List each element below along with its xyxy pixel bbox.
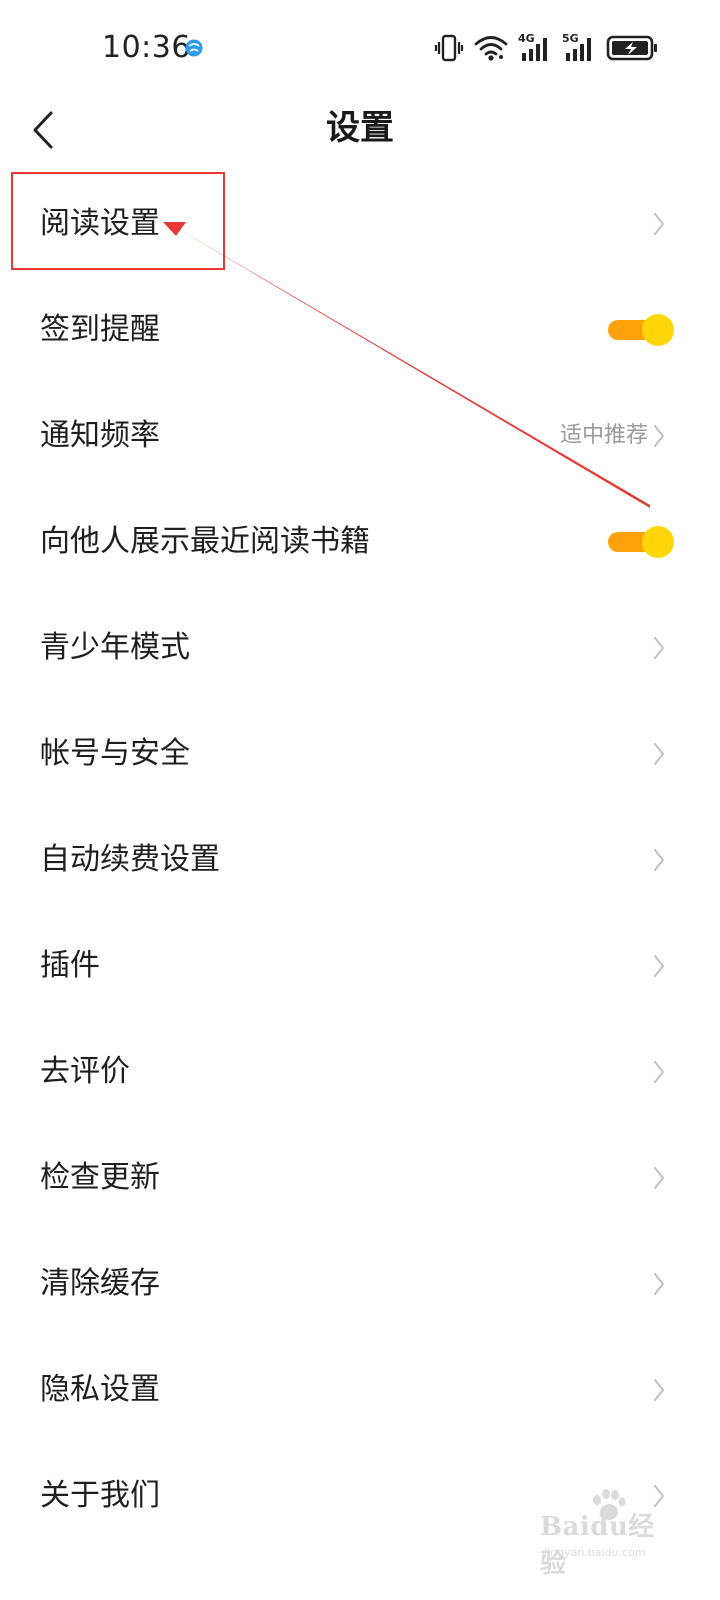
settings-row-label: 插件 [40, 948, 100, 983]
settings-row-about-us[interactable]: 关于我们 [0, 1443, 720, 1549]
nav-bar: 设置 [0, 95, 720, 165]
chevron-right-icon [653, 954, 665, 978]
toggle-thumb [642, 314, 674, 346]
cell-5g-indicator: 5G [562, 33, 596, 63]
chevron-right-icon [653, 742, 665, 766]
settings-row-label: 清除缓存 [40, 1266, 160, 1301]
settings-row-label: 帐号与安全 [40, 736, 190, 771]
settings-row-privacy-settings[interactable]: 隐私设置 [0, 1337, 720, 1443]
settings-row-teen-mode[interactable]: 青少年模式 [0, 595, 720, 701]
settings-row-rate-app[interactable]: 去评价 [0, 1019, 720, 1125]
vibrate-icon [434, 34, 464, 62]
settings-row-check-in-reminder[interactable]: 签到提醒 [0, 277, 720, 383]
settings-row-label: 阅读设置 [40, 206, 160, 241]
settings-row-auto-renewal[interactable]: 自动续费设置 [0, 807, 720, 913]
status-icons: 4G 5G [434, 32, 658, 64]
toggle-switch[interactable] [608, 526, 674, 558]
status-bar: 10:36 4G 5G [0, 0, 720, 95]
settings-row-label: 青少年模式 [40, 630, 190, 665]
chevron-right-icon [653, 424, 665, 448]
settings-row-label: 通知频率 [40, 418, 160, 453]
settings-row-label: 向他人展示最近阅读书籍 [40, 524, 370, 559]
chevron-left-icon [33, 111, 53, 149]
cell-4g-indicator: 4G [518, 33, 552, 63]
settings-row-label: 检查更新 [40, 1160, 160, 1195]
settings-row-show-recent-books[interactable]: 向他人展示最近阅读书籍 [0, 489, 720, 595]
battery-charging-icon [606, 35, 657, 61]
status-time: 10:36 [102, 30, 191, 65]
settings-row-plugins[interactable]: 插件 [0, 913, 720, 1019]
settings-row-account-security[interactable]: 帐号与安全 [0, 701, 720, 807]
settings-row-label: 隐私设置 [40, 1372, 160, 1407]
back-button[interactable] [22, 105, 66, 155]
settings-list: 阅读设置签到提醒通知频率 适中推荐向他人展示最近阅读书籍 青少年模式帐号与安全自动续… [0, 171, 720, 1549]
signal-5g-icon [566, 38, 591, 61]
chevron-right-icon [653, 848, 665, 872]
settings-row-label: 自动续费设置 [40, 842, 220, 877]
settings-row-label: 去评价 [40, 1054, 130, 1089]
chevron-right-icon [653, 636, 665, 660]
chevron-right-icon [653, 1484, 665, 1508]
chevron-right-icon [653, 1166, 665, 1190]
toggle-switch[interactable] [608, 314, 674, 346]
chevron-right-icon [653, 1272, 665, 1296]
chevron-right-icon [653, 1378, 665, 1402]
page-title: 设置 [326, 108, 394, 148]
app-notification-icon [185, 39, 203, 57]
settings-row-clear-cache[interactable]: 清除缓存 [0, 1231, 720, 1337]
settings-row-reading-settings[interactable]: 阅读设置 [0, 171, 720, 277]
settings-row-label: 签到提醒 [40, 312, 160, 347]
signal-4g-icon [522, 38, 547, 61]
toggle-thumb [642, 526, 674, 558]
chevron-right-icon [653, 212, 665, 236]
settings-row-label: 关于我们 [40, 1478, 160, 1513]
settings-row-check-update[interactable]: 检查更新 [0, 1125, 720, 1231]
settings-row-value: 适中推荐 [559, 423, 648, 448]
settings-row-notification-frequency[interactable]: 通知频率 适中推荐 [0, 383, 720, 489]
wifi-icon [474, 36, 508, 61]
chevron-right-icon [653, 1060, 665, 1084]
